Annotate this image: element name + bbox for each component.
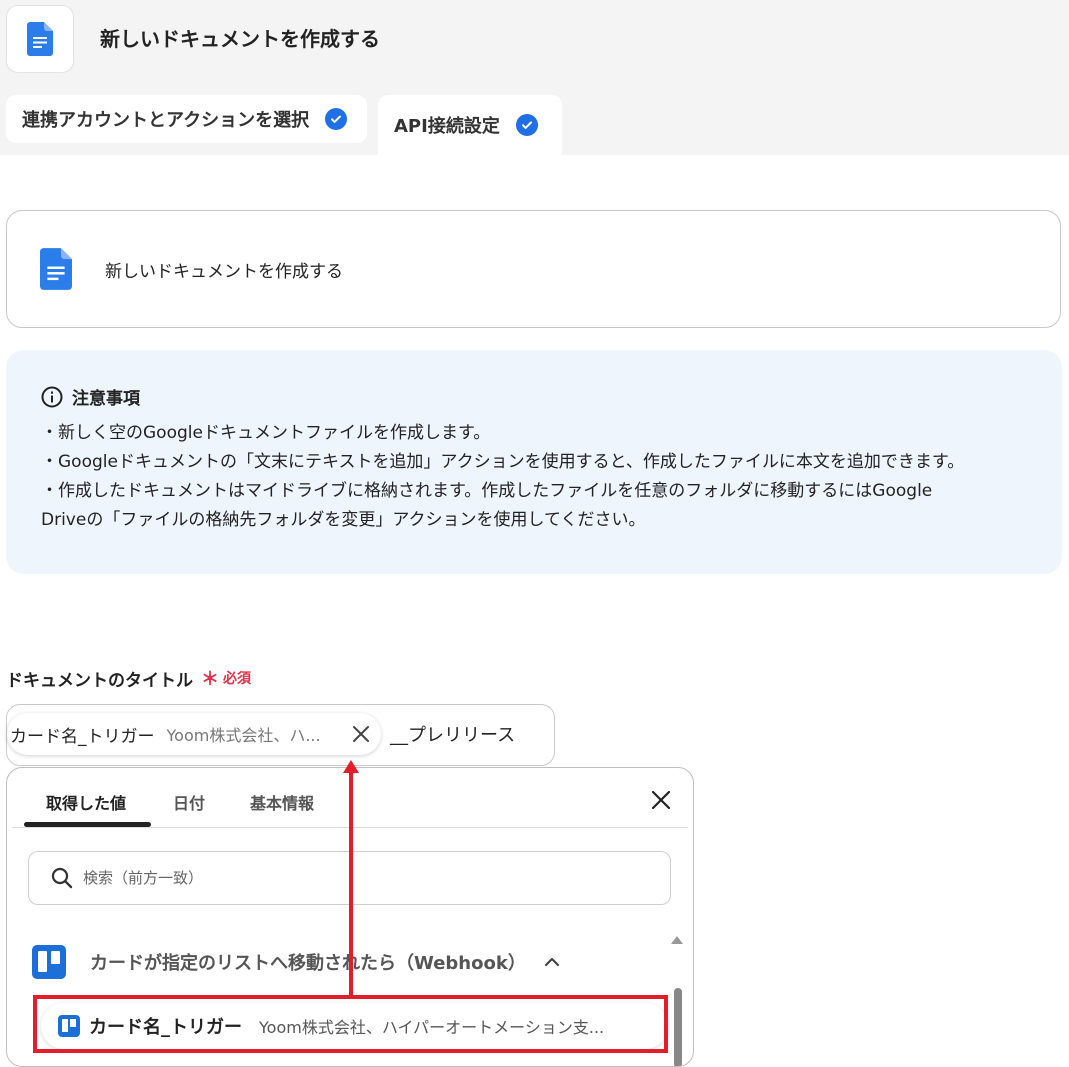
google-docs-icon — [40, 248, 72, 290]
tab-api-settings[interactable]: API接続設定 — [378, 95, 562, 155]
info-icon — [41, 386, 63, 407]
tab-date[interactable]: 日付 — [173, 790, 205, 814]
chevron-up-icon — [544, 957, 559, 967]
notice-heading: 注意事項 — [41, 384, 1062, 409]
title-suffix-text[interactable]: __プレリリース — [390, 721, 515, 747]
notice-line: ・新しく空のGoogleドキュメントファイルを作成します。 — [41, 423, 491, 443]
tab-select-account-action[interactable]: 連携アカウントとアクションを選択 — [6, 95, 367, 143]
document-title-label: ドキュメントのタイトル ＊ 必須 — [6, 665, 251, 691]
notice-heading-text: 注意事項 — [72, 389, 140, 409]
annotation-arrowhead — [343, 760, 359, 773]
scroll-up-arrow-icon[interactable] — [671, 936, 683, 944]
trello-icon — [32, 945, 66, 979]
tab-basic-info[interactable]: 基本情報 — [250, 790, 314, 814]
app-icon-tile — [6, 5, 74, 73]
notice-box: 注意事項 ・新しく空のGoogleドキュメントファイルを作成します。 ・Goog… — [6, 350, 1062, 574]
chip-name: カード名_トリガー — [10, 726, 155, 747]
google-docs-icon — [27, 22, 53, 56]
group-label: カードが指定のリストへ移動されたら（Webhook） — [90, 953, 526, 974]
search-input[interactable] — [81, 868, 625, 888]
tab-label: 連携アカウントとアクションを選択 — [22, 110, 310, 131]
variable-chip[interactable]: カード名_トリガー Yoom株式会社、ハ... — [7, 713, 381, 755]
required-text: 必須 — [223, 671, 251, 687]
trigger-group-header[interactable]: カードが指定のリストへ移動されたら（Webhook） — [32, 944, 560, 980]
tab-label: API接続設定 — [394, 116, 500, 137]
selected-action-card: 新しいドキュメントを作成する — [6, 210, 1061, 328]
document-title-field[interactable]: カード名_トリガー Yoom株式会社、ハ... __プレリリース — [6, 704, 555, 766]
check-circle-icon — [515, 114, 538, 136]
notice-line: Driveの「ファイルの格納先フォルダを変更」アクションを使用してください。 — [41, 510, 646, 530]
action-label: 新しいドキュメントを作成する — [105, 262, 343, 282]
notice-line: ・作成したドキュメントはマイドライブに格納されます。作成したファイルを任意のフォ… — [41, 481, 933, 501]
notice-line: ・Googleドキュメントの「文末にテキストを追加」アクションを使用すると、作成… — [41, 452, 965, 472]
field-label-text: ドキュメントのタイトル — [6, 670, 193, 691]
close-icon[interactable] — [650, 789, 672, 811]
tab-acquired-values[interactable]: 取得した値 — [46, 790, 126, 814]
scrollbar-thumb[interactable] — [674, 988, 682, 1066]
annotation-arrow — [349, 770, 353, 996]
search-icon — [51, 867, 73, 889]
check-circle-icon — [325, 108, 348, 130]
annotation-highlight-box — [33, 995, 668, 1053]
chip-value: Yoom株式会社、ハ... — [166, 726, 321, 745]
required-asterisk: ＊ — [201, 669, 219, 690]
page-title: 新しいドキュメントを作成する — [100, 27, 380, 51]
close-icon[interactable] — [351, 724, 371, 744]
